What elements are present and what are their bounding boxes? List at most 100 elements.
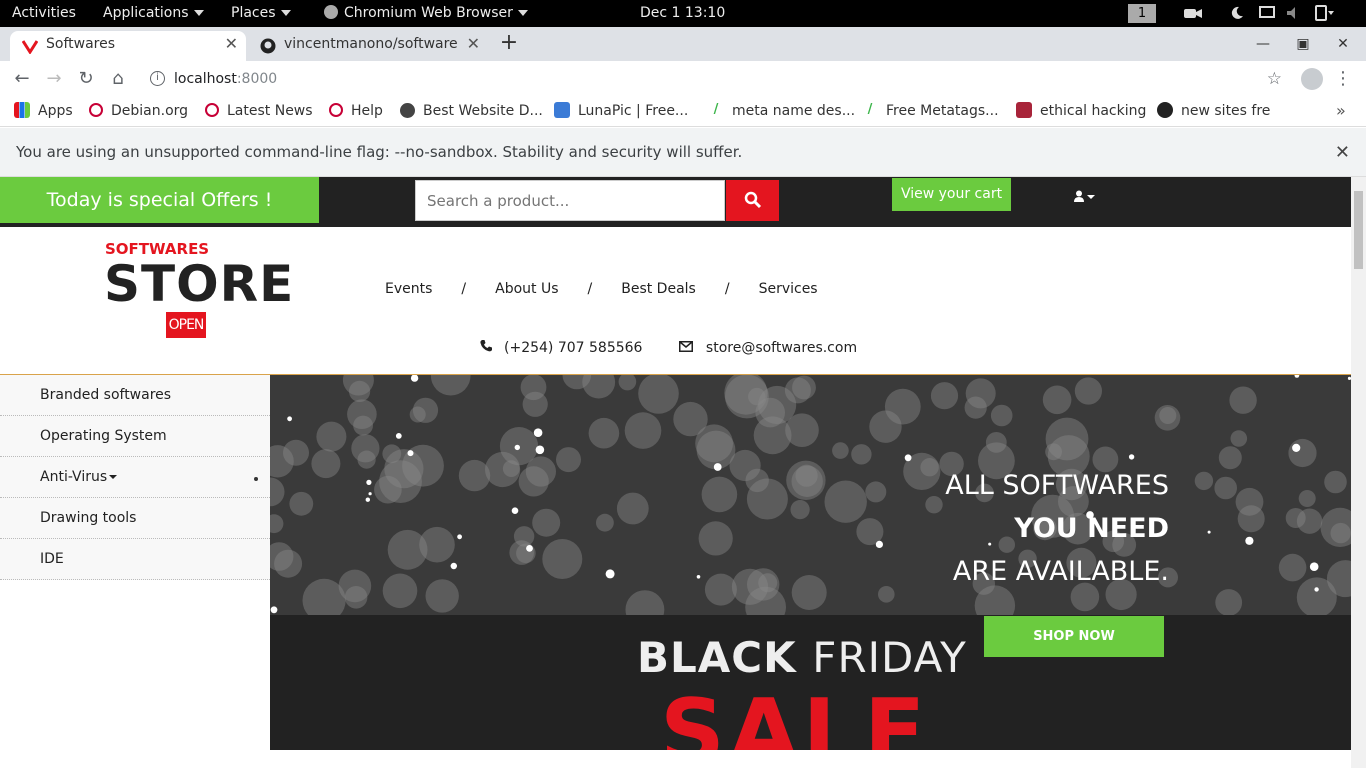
bookmark-help[interactable]: Help bbox=[329, 97, 383, 127]
menu-kebab-icon[interactable]: ⋮ bbox=[1334, 65, 1352, 93]
nav-separator: / bbox=[724, 281, 730, 297]
bookmark-meta-name[interactable]: / meta name des... bbox=[708, 97, 855, 127]
category-drawing-tools[interactable]: Drawing tools bbox=[0, 498, 270, 539]
category-ide[interactable]: IDE bbox=[0, 539, 270, 580]
nav-about-us[interactable]: About Us bbox=[495, 281, 558, 297]
nav-separator: / bbox=[587, 281, 593, 297]
view-cart-button[interactable]: View your cart bbox=[892, 178, 1011, 211]
places-menu[interactable]: Places bbox=[231, 0, 291, 27]
headline-line-2: YOU NEED bbox=[1014, 513, 1169, 544]
home-icon[interactable]: ⌂ bbox=[106, 67, 130, 91]
bookmark-label: Free Metatags... bbox=[886, 103, 999, 119]
bokeh-background-image bbox=[270, 375, 1351, 615]
category-menu: Branded softwares Operating System Anti-… bbox=[0, 375, 270, 580]
user-menu[interactable] bbox=[1073, 190, 1095, 206]
browser-app-menu[interactable]: Chromium Web Browser bbox=[324, 0, 528, 27]
info-icon[interactable]: i bbox=[150, 71, 165, 86]
black-friday-word-friday: FRIDAY bbox=[812, 633, 967, 682]
profile-avatar[interactable] bbox=[1301, 68, 1323, 90]
headline-line-1: ALL SOFTWARES bbox=[945, 470, 1169, 501]
bookmark-free-metatags[interactable]: / Free Metatags... bbox=[862, 97, 999, 127]
address-bar[interactable]: i localhost:8000 ☆ bbox=[140, 64, 1290, 94]
email-address[interactable]: store@softwares.com bbox=[706, 340, 857, 356]
bullet-icon bbox=[254, 477, 258, 481]
softwares-favicon-icon bbox=[21, 37, 39, 55]
activities-button[interactable]: Activities bbox=[12, 0, 76, 27]
debian-icon bbox=[89, 103, 103, 117]
tab-github[interactable]: vincentmanono/software ✕ bbox=[248, 31, 488, 61]
bookmark-label: meta name des... bbox=[732, 103, 856, 119]
main-nav: Events / About Us / Best Deals / Services bbox=[385, 281, 818, 297]
new-tab-button[interactable]: + bbox=[497, 31, 521, 57]
reload-icon[interactable]: ↻ bbox=[74, 67, 98, 91]
close-tab-icon[interactable]: ✕ bbox=[467, 31, 480, 57]
url-text: localhost:8000 bbox=[174, 64, 277, 94]
display-icon[interactable] bbox=[1259, 0, 1275, 27]
close-window-button[interactable]: ✕ bbox=[1328, 27, 1358, 61]
category-operating-system[interactable]: Operating System bbox=[0, 416, 270, 457]
globe-icon bbox=[400, 102, 415, 118]
black-friday-title: BLACK FRIDAY bbox=[637, 633, 967, 682]
minimize-button[interactable]: — bbox=[1248, 27, 1278, 61]
debian-icon bbox=[205, 103, 219, 117]
bookmark-ethical-hacking[interactable]: ethical hacking bbox=[1016, 97, 1146, 127]
workspace-indicator[interactable]: 1 bbox=[1128, 4, 1156, 23]
search-icon bbox=[744, 191, 762, 209]
volume-icon[interactable] bbox=[1286, 0, 1302, 27]
forward-arrow-icon[interactable]: → bbox=[42, 67, 66, 91]
close-tab-icon[interactable]: ✕ bbox=[225, 31, 238, 57]
night-light-icon[interactable] bbox=[1230, 0, 1244, 27]
applications-label: Applications bbox=[103, 5, 189, 21]
bookmark-latest-news[interactable]: Latest News bbox=[205, 97, 313, 127]
tab-title: Softwares bbox=[46, 36, 116, 52]
browser-app-label: Chromium Web Browser bbox=[344, 5, 513, 21]
github-icon bbox=[260, 37, 276, 54]
tab-softwares[interactable]: Softwares ✕ bbox=[10, 31, 246, 61]
lunapic-icon bbox=[554, 102, 570, 118]
site-header: SOFTWARES STORE OPEN Events / About Us / Bes… bbox=[0, 227, 1351, 375]
back-arrow-icon[interactable]: ← bbox=[10, 67, 34, 91]
category-label: Operating System bbox=[40, 428, 167, 444]
bookmark-label: new sites fre bbox=[1181, 103, 1271, 119]
browser-toolbar: ← → ↻ ⌂ i localhost:8000 ☆ ⋮ bbox=[0, 61, 1366, 97]
clock[interactable]: Dec 1 13:10 bbox=[640, 0, 725, 27]
bookmark-label: Latest News bbox=[227, 103, 313, 119]
sale-text: SALE bbox=[660, 680, 930, 750]
search-input[interactable] bbox=[415, 180, 725, 221]
category-label: Branded softwares bbox=[40, 387, 172, 403]
chevron-down-icon bbox=[517, 10, 528, 16]
bookmark-debian[interactable]: Debian.org bbox=[89, 97, 188, 127]
nav-best-deals[interactable]: Best Deals bbox=[621, 281, 696, 297]
nav-events[interactable]: Events bbox=[385, 281, 432, 297]
maximize-button[interactable]: ▣ bbox=[1288, 27, 1318, 61]
tab-strip: Softwares ✕ vincentmanono/software ✕ + —… bbox=[0, 27, 1366, 61]
applications-menu[interactable]: Applications bbox=[103, 0, 204, 27]
category-branded-softwares[interactable]: Branded softwares bbox=[0, 375, 270, 416]
bookmark-lunapic[interactable]: LunaPic | Free... bbox=[554, 97, 688, 127]
close-infobar-icon[interactable]: ✕ bbox=[1335, 128, 1350, 177]
camera-icon[interactable] bbox=[1184, 0, 1202, 27]
sandbox-warning-infobar: You are using an unsupported command-lin… bbox=[0, 128, 1366, 177]
gnome-top-bar: Activities Applications Places Chromium … bbox=[0, 0, 1366, 27]
bookmarks-overflow-icon[interactable]: » bbox=[1336, 97, 1346, 127]
special-offer-banner[interactable]: Today is special Offers ! bbox=[0, 177, 319, 223]
nav-services[interactable]: Services bbox=[759, 281, 818, 297]
bookmark-label: Best Website D... bbox=[423, 103, 543, 119]
bookmark-star-icon[interactable]: ☆ bbox=[1267, 64, 1282, 94]
bookmarks-bar: Apps Debian.org Latest News Help Best We… bbox=[0, 97, 1366, 127]
category-anti-virus[interactable]: Anti-Virus bbox=[0, 457, 270, 498]
debian-icon bbox=[329, 103, 343, 117]
bookmark-label: Debian.org bbox=[111, 103, 189, 119]
phone-number[interactable]: (+254) 707 585566 bbox=[504, 340, 642, 356]
bookmark-new-sites[interactable]: new sites fre bbox=[1157, 97, 1270, 127]
page-scrollbar[interactable] bbox=[1351, 177, 1366, 768]
search-button[interactable] bbox=[726, 180, 779, 221]
logo-store-text[interactable]: STORE bbox=[104, 255, 294, 313]
bookmark-apps[interactable]: Apps bbox=[14, 97, 73, 127]
battery-icon[interactable] bbox=[1314, 0, 1336, 27]
meta-icon: / bbox=[713, 102, 719, 117]
caret-down-icon bbox=[109, 475, 118, 479]
scrollbar-thumb[interactable] bbox=[1354, 191, 1363, 269]
bookmark-best-website[interactable]: Best Website D... bbox=[400, 97, 543, 127]
shop-now-button[interactable]: SHOP NOW bbox=[984, 616, 1164, 657]
